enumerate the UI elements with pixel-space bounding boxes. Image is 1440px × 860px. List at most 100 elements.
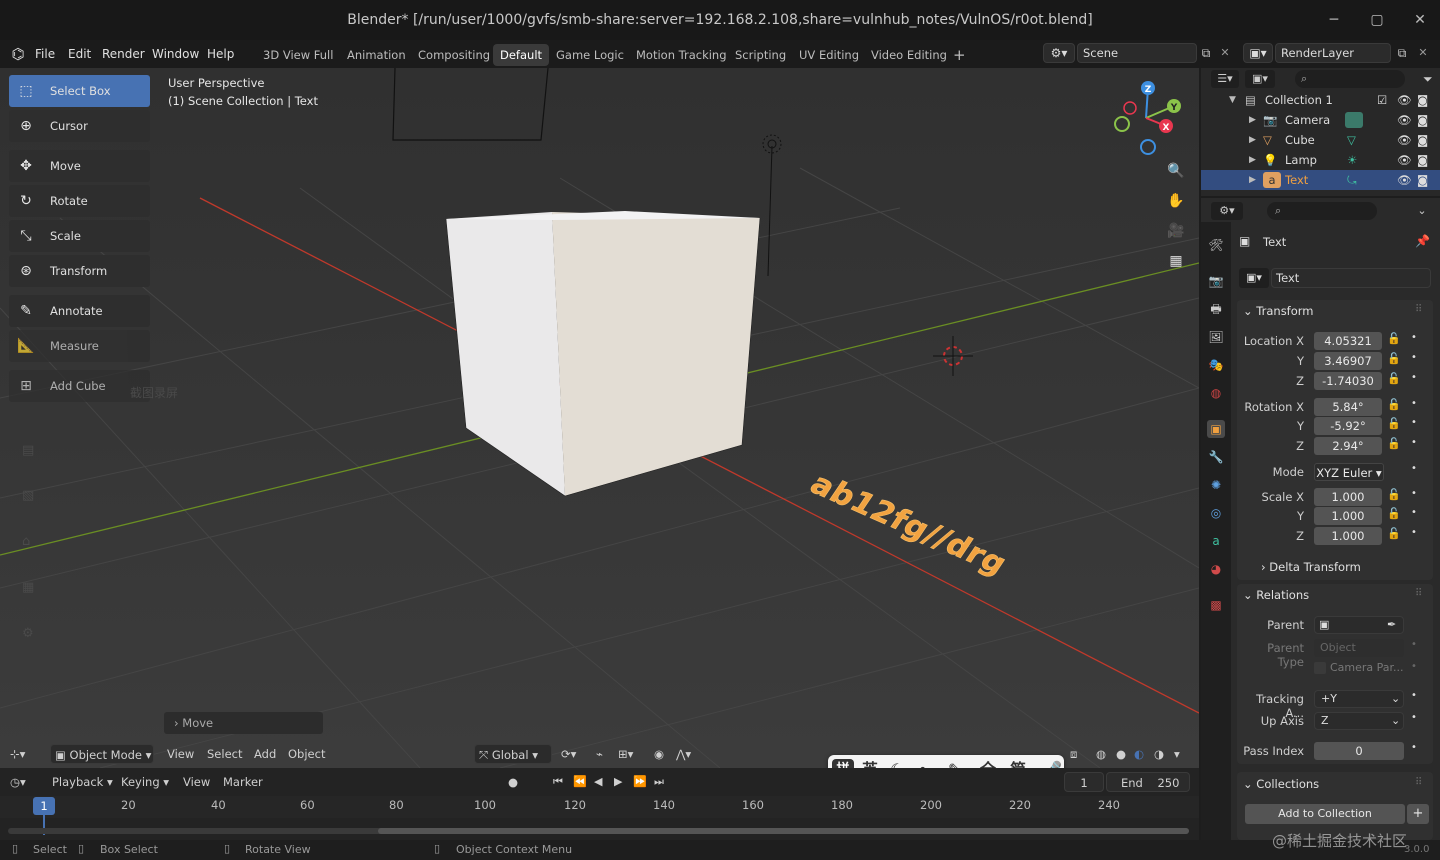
shading-material-icon[interactable]: ◐: [1134, 744, 1144, 764]
menu-timeline-view[interactable]: View: [183, 772, 210, 792]
menu-help[interactable]: Help: [207, 40, 234, 68]
keyframe-dot-icon[interactable]: •: [1411, 437, 1417, 448]
relations-header[interactable]: ⌄ Relations: [1243, 584, 1309, 606]
view-layer-tab-icon[interactable]: 🖼: [1207, 328, 1225, 346]
render-camera-icon[interactable]: ◙: [1417, 110, 1428, 130]
parent-field[interactable]: ▣ ✒: [1314, 616, 1404, 634]
new-renderlayer-icon[interactable]: ⧉: [1393, 45, 1411, 61]
lock-icon[interactable]: 🔓: [1387, 437, 1401, 450]
shading-solid-icon[interactable]: ●: [1116, 744, 1126, 764]
expand-arrow-icon[interactable]: ▶: [1249, 110, 1256, 130]
tool-select-box[interactable]: ⬚ Select Box: [9, 75, 150, 107]
add-collection-plus-icon[interactable]: +: [1407, 804, 1429, 824]
properties-editor-icon[interactable]: ⚙▾: [1211, 202, 1243, 220]
location-z-field[interactable]: -1.74030: [1314, 372, 1382, 390]
keyframe-dot-icon[interactable]: •: [1411, 398, 1417, 409]
material-tab-icon[interactable]: ◕: [1207, 560, 1225, 578]
lock-icon[interactable]: 🔓: [1387, 527, 1401, 540]
shading-rendered-icon[interactable]: ◑: [1154, 744, 1164, 764]
eyedropper-icon[interactable]: ✒: [1387, 617, 1396, 633]
new-scene-icon[interactable]: ⧉: [1197, 45, 1215, 61]
keyframe-dot-icon[interactable]: •: [1411, 507, 1417, 518]
render-camera-icon[interactable]: ◙: [1417, 170, 1428, 190]
expand-arrow-icon[interactable]: ▶: [1249, 130, 1256, 150]
delete-renderlayer-icon[interactable]: ✕: [1415, 45, 1431, 61]
menu-playback[interactable]: Playback ▾: [52, 772, 113, 792]
camera-parent-checkbox[interactable]: [1314, 662, 1326, 674]
scene-tab-icon[interactable]: 🎭: [1207, 356, 1225, 374]
expand-arrow-icon[interactable]: ▶: [1249, 150, 1256, 170]
menu-select[interactable]: Select: [207, 744, 242, 764]
xray-icon[interactable]: ⧈: [1070, 744, 1077, 764]
keyframe-dot-icon[interactable]: •: [1411, 661, 1417, 672]
keyframe-dot-icon[interactable]: •: [1411, 742, 1417, 753]
pivot-icon[interactable]: ⟳▾: [561, 744, 576, 764]
tab-uv-editing[interactable]: UV Editing: [792, 44, 866, 66]
rotation-z-field[interactable]: 2.94°: [1314, 437, 1382, 455]
keyframe-dot-icon[interactable]: •: [1411, 372, 1417, 383]
parent-type-select[interactable]: Object: [1314, 639, 1404, 657]
tab-game-logic[interactable]: Game Logic: [549, 44, 631, 66]
tool-tab-icon[interactable]: 🛠: [1207, 236, 1225, 254]
keyframe-dot-icon[interactable]: •: [1411, 488, 1417, 499]
tool-scale[interactable]: ⤡ Scale: [9, 220, 150, 252]
pin-icon[interactable]: 📌: [1415, 234, 1430, 248]
record-icon[interactable]: ●: [508, 772, 518, 792]
tab-video-editing[interactable]: Video Editing: [864, 44, 954, 66]
scale-x-field[interactable]: 1.000: [1314, 488, 1382, 506]
proportional-edit-icon[interactable]: ◉: [654, 744, 664, 764]
keyframe-dot-icon[interactable]: •: [1411, 463, 1417, 474]
expand-arrow-icon[interactable]: ▼: [1229, 90, 1236, 110]
render-camera-icon[interactable]: ◙: [1417, 90, 1428, 110]
location-x-field[interactable]: 4.05321: [1314, 332, 1382, 350]
output-tab-icon[interactable]: 🖶: [1207, 300, 1225, 318]
menu-keying[interactable]: Keying ▾: [121, 772, 169, 792]
drag-handle-icon[interactable]: ⠿: [1415, 588, 1422, 599]
menu-marker[interactable]: Marker: [223, 772, 263, 792]
outliner-row-camera[interactable]: ▶ 📷 Camera 👁 ◙: [1201, 110, 1440, 130]
tab-default[interactable]: Default: [493, 44, 550, 66]
scene-browse-icon[interactable]: ⚙▾: [1043, 43, 1075, 63]
navigation-gizmo[interactable]: Z Y X: [1106, 76, 1186, 156]
physics-tab-icon[interactable]: ◎: [1207, 504, 1225, 522]
lock-icon[interactable]: 🔓: [1387, 352, 1401, 365]
keyframe-dot-icon[interactable]: •: [1411, 639, 1417, 650]
tab-animation[interactable]: Animation: [340, 44, 413, 66]
blender-logo-icon[interactable]: ⌬: [8, 44, 28, 64]
maximize-icon[interactable]: ▢: [1355, 0, 1399, 40]
ortho-grid-icon[interactable]: ▦: [1163, 248, 1189, 274]
keyframe-dot-icon[interactable]: •: [1411, 712, 1417, 723]
eye-icon[interactable]: 👁: [1397, 110, 1412, 130]
tab-compositing[interactable]: Compositing: [411, 44, 497, 66]
scale-z-field[interactable]: 1.000: [1314, 527, 1382, 545]
last-operator-panel[interactable]: › Move: [164, 712, 323, 734]
outliner-row-cube[interactable]: ▶ ▽ Cube ▽ 👁 ◙: [1201, 130, 1440, 150]
tool-rotate[interactable]: ↻ Rotate: [9, 185, 150, 217]
options-chevron-icon[interactable]: ⌄: [1411, 202, 1433, 220]
zoom-icon[interactable]: 🔍: [1163, 158, 1189, 184]
menu-edit[interactable]: Edit: [68, 40, 91, 68]
menu-view[interactable]: View: [167, 744, 194, 764]
scene-field[interactable]: Scene: [1077, 43, 1197, 63]
lock-icon[interactable]: 🔓: [1387, 507, 1401, 520]
pan-hand-icon[interactable]: ✋: [1163, 188, 1189, 214]
menu-window[interactable]: Window: [152, 40, 199, 68]
eye-icon[interactable]: 👁: [1397, 90, 1412, 110]
menu-render[interactable]: Render: [102, 40, 145, 68]
data-tab-icon[interactable]: a: [1207, 532, 1225, 550]
expand-arrow-icon[interactable]: ▶: [1249, 170, 1256, 190]
outliner-row-text[interactable]: ▶ a Text ⤿ 👁 ◙: [1201, 170, 1440, 190]
current-frame-indicator[interactable]: 1: [33, 797, 55, 815]
scale-y-field[interactable]: 1.000: [1314, 507, 1382, 525]
snap-target-icon[interactable]: ⊞▾: [618, 744, 633, 764]
drag-handle-icon[interactable]: ⠿: [1415, 304, 1422, 315]
timeline-editor-icon[interactable]: ◷▾: [10, 772, 26, 792]
object-mode-select[interactable]: ▣ Object Mode ▾: [50, 744, 154, 764]
falloff-icon[interactable]: ⋀▾: [676, 744, 691, 764]
tool-transform[interactable]: ⊛ Transform: [9, 255, 150, 287]
rotation-y-field[interactable]: -5.92°: [1314, 417, 1382, 435]
tool-measure[interactable]: 📐 Measure: [9, 330, 150, 362]
display-mode-icon[interactable]: ▣▾: [1245, 70, 1275, 88]
add-to-collection-button[interactable]: Add to Collection: [1245, 804, 1405, 824]
tab-motion-tracking[interactable]: Motion Tracking: [629, 44, 734, 66]
